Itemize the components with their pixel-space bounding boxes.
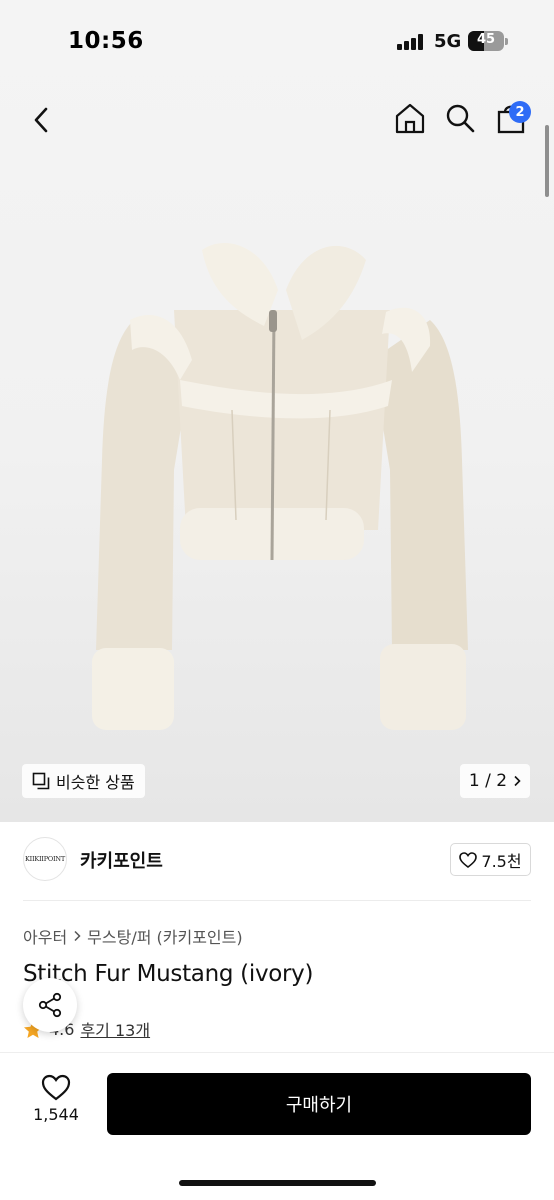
battery-cap <box>505 38 508 45</box>
buy-button[interactable]: 구매하기 <box>107 1073 531 1135</box>
chevron-left-icon <box>34 107 48 133</box>
product-photo-jacket <box>92 242 468 730</box>
home-button[interactable] <box>393 100 427 136</box>
home-indicator <box>179 1180 376 1186</box>
heart-icon <box>41 1074 71 1101</box>
search-button[interactable] <box>443 100 477 136</box>
brand-logo[interactable]: KIIKIIPOINT <box>23 837 67 881</box>
wishlist-count: 1,544 <box>33 1105 79 1124</box>
brand-name[interactable]: 카키포인트 <box>80 847 163 873</box>
breadcrumb: 아우터 무스탕/퍼 (카키포인트) <box>23 924 243 948</box>
image-pager[interactable]: 1 / 2 <box>460 764 530 798</box>
brand-logo-text: KIIKIIPOINT <box>24 855 66 863</box>
status-time: 10:56 <box>68 28 144 54</box>
breadcrumb-subcategory[interactable]: 무스탕/퍼 (카키포인트) <box>87 924 242 948</box>
heart-icon <box>459 851 478 868</box>
section-divider <box>23 900 531 901</box>
similar-products-button[interactable]: 비슷한 상품 <box>22 764 145 798</box>
review-count-link[interactable]: 후기 13개 <box>80 1017 150 1041</box>
breadcrumb-category[interactable]: 아우터 <box>23 924 67 948</box>
chevron-right-icon <box>514 775 521 787</box>
scroll-indicator <box>545 125 549 197</box>
signal-icon <box>397 34 423 50</box>
similar-items-icon <box>32 772 50 790</box>
home-icon <box>395 103 425 134</box>
brand-like-button[interactable]: 7.5천 <box>450 843 531 876</box>
cart-count-badge: 2 <box>509 101 531 123</box>
wishlist-button[interactable]: 1,544 <box>28 1074 84 1124</box>
search-icon <box>446 104 475 133</box>
share-icon <box>38 992 62 1018</box>
share-button[interactable] <box>23 978 77 1032</box>
image-page-counter: 1 / 2 <box>468 771 508 791</box>
battery-icon: 45 <box>468 31 504 51</box>
network-type: 5G <box>434 31 462 52</box>
similar-products-label: 비슷한 상품 <box>56 773 135 792</box>
back-button[interactable] <box>24 102 58 138</box>
brand-like-count: 7.5천 <box>481 851 522 871</box>
battery-level: 45 <box>476 32 496 47</box>
chevron-right-icon <box>74 930 81 942</box>
product-image-gallery[interactable]: 10:56 5G 45 2 비슷한 상품 1 / 2 <box>0 0 554 822</box>
